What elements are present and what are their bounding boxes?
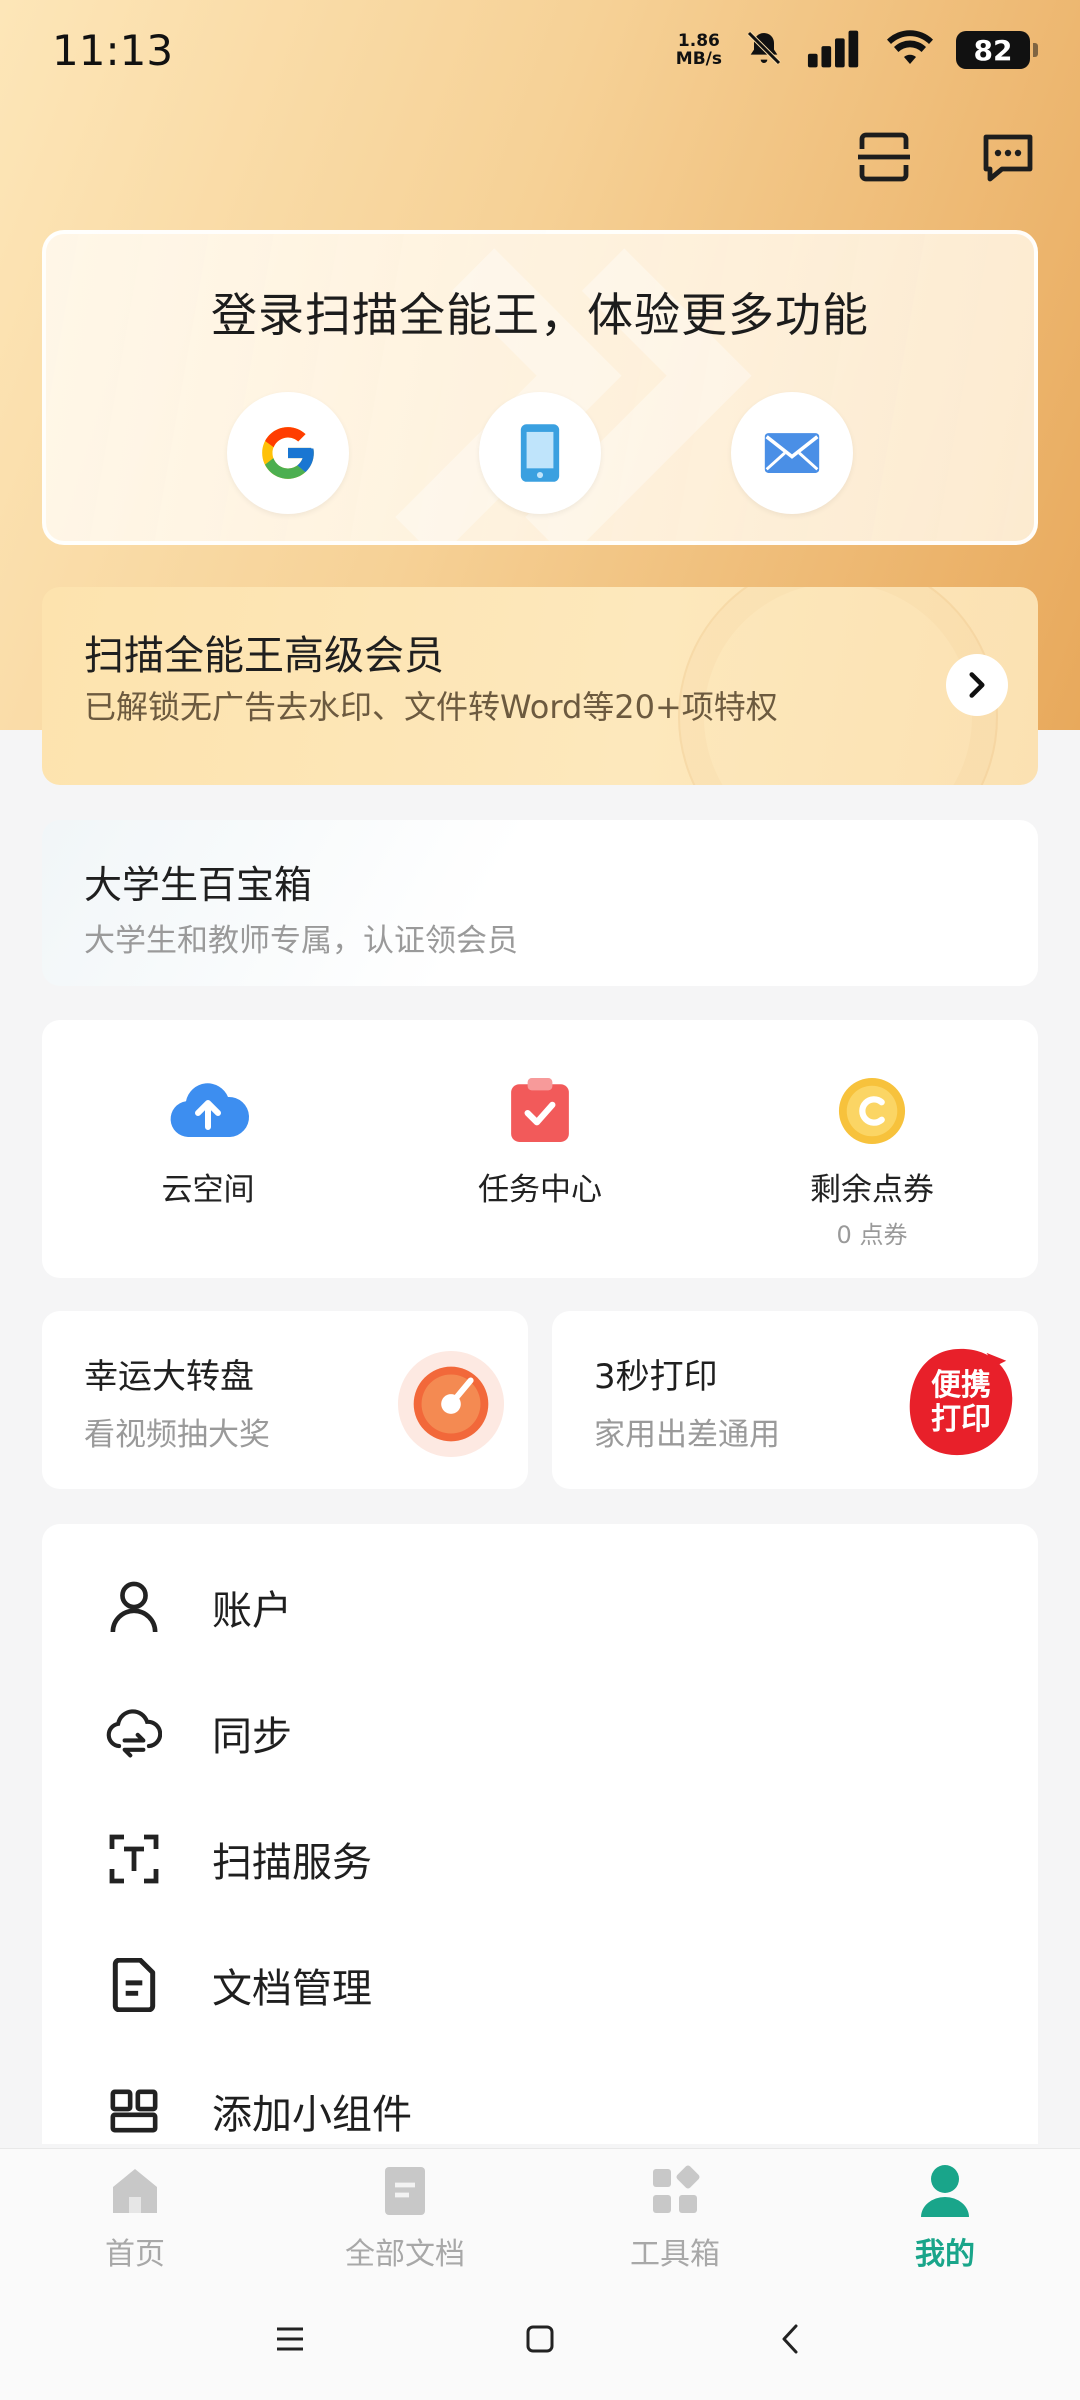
status-icons: 1.86 MB/s 82 <box>676 28 1038 72</box>
back-nav-button[interactable] <box>765 2314 815 2364</box>
status-bar: 11:13 1.86 MB/s 82 <box>0 0 1080 100</box>
tab-label: 全部文档 <box>345 2237 465 2272</box>
cloud-sync-icon <box>106 1705 162 1761</box>
tab-home[interactable]: 首页 <box>0 2149 270 2278</box>
promo-title: 幸运大转盘 <box>84 1357 254 1397</box>
tab-toolbox[interactable]: 工具箱 <box>540 2149 810 2278</box>
hamburger-icon <box>277 2327 303 2351</box>
menu-item-sync[interactable]: 同步 <box>42 1670 1038 1796</box>
document-icon <box>106 1957 162 2013</box>
prize-wheel-icon <box>396 1349 506 1459</box>
email-icon <box>764 433 820 473</box>
login-card: 登录扫描全能王，体验更多功能 <box>42 230 1038 545</box>
menu-label: 添加小组件 <box>212 2092 412 2138</box>
scan-icon <box>858 132 910 182</box>
settings-menu: 账户 同步 扫描服务 文档管理 添加小组件 <box>42 1524 1038 2144</box>
wifi-icon <box>886 28 934 72</box>
network-speed-value: 1.86 <box>677 31 720 51</box>
top-actions <box>852 125 1040 189</box>
system-navigation-bar <box>0 2278 1080 2400</box>
coupons-button[interactable]: 剩余点券 0 点券 <box>706 1020 1038 1278</box>
cloud-upload-icon <box>165 1068 251 1154</box>
phone-login-button[interactable] <box>479 392 601 514</box>
cloud-space-button[interactable]: 云空间 <box>42 1020 374 1278</box>
tab-all-documents[interactable]: 全部文档 <box>270 2149 540 2278</box>
tab-label: 首页 <box>105 2237 165 2272</box>
email-login-button[interactable] <box>731 392 853 514</box>
battery-indicator: 82 <box>956 31 1038 69</box>
student-title: 大学生百宝箱 <box>84 863 313 907</box>
menu-item-account[interactable]: 账户 <box>42 1544 1038 1670</box>
widget-icon <box>106 2083 162 2139</box>
menu-item-document-management[interactable]: 文档管理 <box>42 1922 1038 2048</box>
documents-icon <box>375 2161 435 2221</box>
quick-label: 任务中心 <box>478 1172 602 1208</box>
login-title[interactable]: 登录扫描全能王，体验更多功能 <box>46 279 1034 345</box>
coupon-count: 0 点券 <box>836 1221 908 1249</box>
menu-item-scan-service[interactable]: 扫描服务 <box>42 1796 1038 1922</box>
scan-button[interactable] <box>852 125 916 189</box>
quick-print-card[interactable]: 3秒打印 家用出差通用 便携打印 <box>552 1311 1038 1489</box>
home-nav-button[interactable] <box>515 2314 565 2364</box>
menu-item-add-widget[interactable]: 添加小组件 <box>42 2048 1038 2144</box>
signal-icon <box>806 28 864 72</box>
quick-actions-card: 云空间 任务中心 剩余点券 0 点券 <box>42 1020 1038 1278</box>
tab-label: 工具箱 <box>630 2237 720 2272</box>
student-toolbox-card[interactable]: 大学生百宝箱 大学生和教师专属，认证领会员 <box>42 820 1038 986</box>
chevron-right-icon <box>969 672 985 698</box>
home-icon <box>105 2161 165 2221</box>
google-login-button[interactable] <box>227 392 349 514</box>
network-speed: 1.86 MB/s <box>676 32 722 68</box>
toolbox-icon <box>645 2161 705 2221</box>
phone-icon <box>520 424 560 482</box>
promo-title: 3秒打印 <box>594 1357 718 1397</box>
text-scan-icon <box>106 1831 162 1887</box>
menu-nav-button[interactable] <box>265 2314 315 2364</box>
vip-arrow-button[interactable] <box>946 654 1008 716</box>
google-icon <box>262 427 314 479</box>
vip-subtitle: 已解锁无广告去水印、文件转Word等20+项特权 <box>84 688 778 726</box>
quick-label: 云空间 <box>161 1172 255 1208</box>
square-home-icon <box>526 2325 554 2353</box>
promo-subtitle: 看视频抽大奖 <box>84 1417 270 1453</box>
messages-button[interactable] <box>976 125 1040 189</box>
tab-label: 我的 <box>915 2237 975 2272</box>
person-icon <box>106 1579 162 1635</box>
profile-icon <box>915 2161 975 2221</box>
vip-title: 扫描全能王高级会员 <box>84 633 444 679</box>
student-subtitle: 大学生和教师专属，认证领会员 <box>84 923 518 959</box>
task-center-button[interactable]: 任务中心 <box>374 1020 706 1278</box>
login-options <box>46 392 1034 514</box>
promo-subtitle: 家用出差通用 <box>594 1417 780 1453</box>
badge-text: 便携打印 <box>931 1368 991 1437</box>
menu-label: 同步 <box>212 1714 292 1760</box>
menu-label: 文档管理 <box>212 1966 372 2012</box>
coin-icon <box>829 1068 915 1154</box>
menu-label: 账户 <box>212 1588 292 1634</box>
task-clipboard-icon <box>497 1068 583 1154</box>
vip-membership-card[interactable]: 扫描全能王高级会员 已解锁无广告去水印、文件转Word等20+项特权 <box>42 587 1038 785</box>
status-time: 11:13 <box>52 25 174 75</box>
lucky-wheel-card[interactable]: 幸运大转盘 看视频抽大奖 <box>42 1311 528 1489</box>
quick-label: 剩余点券 <box>810 1172 934 1208</box>
portable-print-badge: 便携打印 <box>902 1343 1020 1461</box>
network-speed-unit: MB/s <box>675 49 722 69</box>
back-arrow-icon <box>782 2324 798 2354</box>
tab-me[interactable]: 我的 <box>810 2149 1080 2278</box>
bottom-tab-bar: 首页 全部文档 工具箱 我的 <box>0 2148 1080 2278</box>
mute-bell-icon <box>744 28 784 72</box>
message-icon <box>983 134 1033 182</box>
menu-label: 扫描服务 <box>212 1840 372 1886</box>
